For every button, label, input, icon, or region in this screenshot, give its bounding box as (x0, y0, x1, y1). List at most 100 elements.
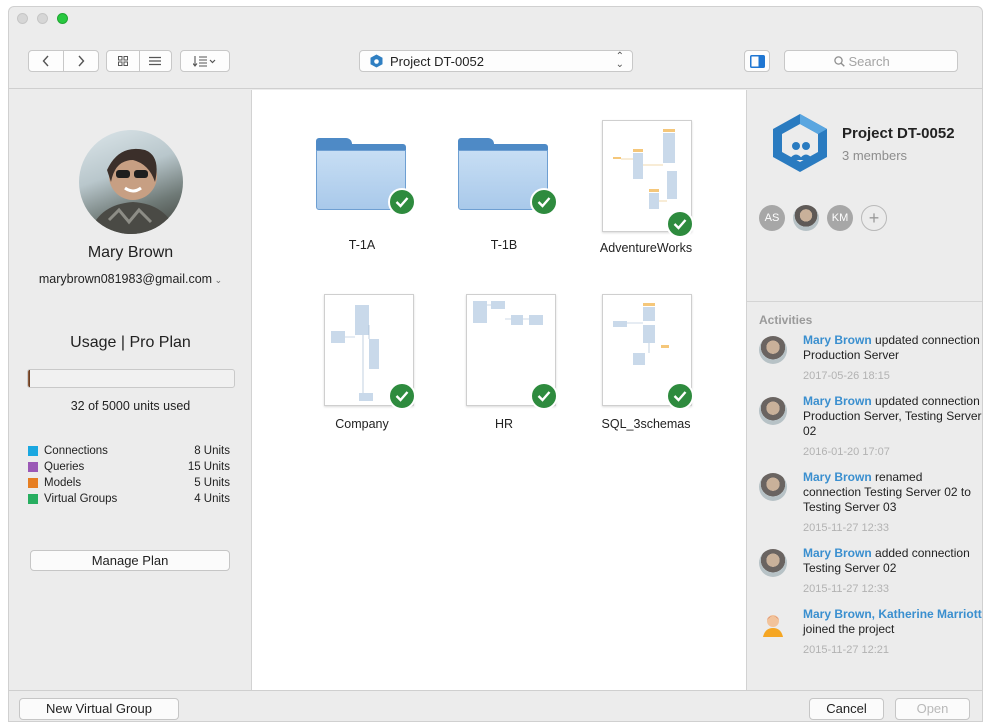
list-icon (149, 56, 162, 66)
items-grid: T-1A T-1B AdventureWorks Company HR SQL_… (252, 90, 746, 690)
synced-check-icon (530, 382, 558, 410)
activity-time: 2015-11-27 12:33 (803, 583, 890, 595)
close-window-button[interactable] (17, 13, 28, 24)
bottom-bar: New Virtual Group Cancel Open (9, 690, 982, 721)
legend-item: Connections 8 Units (28, 443, 230, 459)
legend-item: Queries 15 Units (28, 459, 230, 475)
grid-view-button[interactable] (107, 51, 139, 71)
grid-item-diagram[interactable]: AdventureWorks (576, 118, 716, 268)
project-hexagon-icon (370, 54, 383, 68)
activities-title: Activities (759, 313, 813, 327)
activity-item: Mary Brown renamed connection Testing Se… (757, 470, 982, 536)
item-label: HR (494, 417, 514, 431)
activity-time: 2015-11-27 12:33 (803, 522, 890, 534)
grid-item-diagram[interactable]: HR (434, 294, 574, 446)
item-label: AdventureWorks (599, 241, 693, 255)
new-virtual-group-button[interactable]: New Virtual Group (19, 698, 179, 720)
activity-user[interactable]: Mary Brown (803, 470, 872, 484)
grid-item-diagram[interactable]: SQL_3schemas (576, 294, 716, 446)
sidebar-icon (749, 54, 765, 68)
synced-check-icon (388, 382, 416, 410)
manage-plan-button[interactable]: Manage Plan (30, 550, 230, 571)
activity-item: Mary Brown, Katherine Marriott joined th… (757, 607, 982, 658)
project-logo-icon (769, 112, 831, 174)
sidebar-toggle-button[interactable] (744, 50, 770, 72)
usage-text: 32 of 5000 units used (70, 399, 191, 413)
user-avatar (79, 130, 183, 234)
nav-segment (28, 50, 99, 72)
divider (747, 301, 982, 302)
grid-icon (117, 56, 128, 66)
project-select-value: Project DT-0052 (390, 53, 484, 69)
search-field[interactable] (784, 50, 958, 72)
usage-progress-fill (28, 370, 31, 387)
member-avatar[interactable]: KM (827, 205, 853, 231)
item-label: Company (335, 417, 389, 431)
activity-avatar (759, 397, 787, 425)
app-window: Project DT-0052 ⌃⌄ Mary Brown marybro (8, 6, 983, 722)
usage-progress-bar (27, 369, 235, 388)
activity-user[interactable]: Mary Brown (803, 546, 872, 560)
activity-user[interactable]: Mary Brown, Katherine Marriott (803, 607, 982, 621)
activity-time: 2017-05-26 18:15 (803, 370, 890, 382)
activity-user[interactable]: Mary Brown (803, 394, 872, 408)
view-mode-segment (106, 50, 172, 72)
user-name: Mary Brown (87, 244, 174, 261)
activity-item: Mary Brown updated connection Production… (757, 333, 982, 384)
legend-swatch (28, 478, 38, 488)
project-name: Project DT-0052 (842, 125, 955, 142)
legend-units: 8 Units (194, 445, 230, 457)
sort-icon (193, 56, 216, 67)
toolbar: Project DT-0052 ⌃ ⌄ (9, 29, 982, 89)
activity-avatar (759, 336, 787, 364)
project-members-count: 3 members (842, 148, 908, 163)
user-email-menu[interactable]: marybrown081983@gmail.com ⌄ (9, 272, 252, 286)
usage-legend: Connections 8 Units Queries 15 Units Mod… (28, 443, 230, 507)
sort-button[interactable] (180, 50, 230, 72)
title-bar (9, 7, 982, 29)
user-email: marybrown081983@gmail.com (38, 272, 213, 286)
synced-check-icon (666, 382, 694, 410)
grid-item-diagram[interactable]: Company (292, 294, 432, 446)
member-avatar-photo[interactable] (793, 205, 819, 231)
synced-check-icon (388, 188, 416, 216)
cancel-button[interactable]: Cancel (809, 698, 884, 720)
search-input[interactable] (848, 53, 909, 69)
legend-swatch (28, 446, 38, 456)
legend-name: Models (44, 477, 82, 489)
activity-time: 2015-11-27 12:21 (803, 644, 890, 656)
member-avatar[interactable]: AS (759, 205, 785, 231)
activity-time: 2016-01-20 17:07 (803, 446, 890, 458)
activity-avatar (759, 549, 787, 577)
legend-item: Models 5 Units (28, 475, 230, 491)
activity-user[interactable]: Mary Brown (803, 333, 872, 347)
activity-avatar (759, 473, 787, 501)
item-label: T-1B (490, 238, 518, 252)
activity-item: Mary Brown updated connection Production… (757, 394, 982, 460)
forward-button[interactable] (64, 51, 98, 71)
project-select[interactable]: Project DT-0052 ⌃ ⌄ (359, 50, 633, 72)
item-label: SQL_3schemas (601, 417, 691, 431)
activities-list: Mary Brown updated connection Production… (757, 333, 982, 658)
account-pane: Mary Brown marybrown081983@gmail.com ⌄ U… (9, 90, 252, 690)
open-button[interactable]: Open (895, 698, 970, 720)
user-photo-icon (89, 148, 177, 234)
legend-units: 15 Units (187, 461, 230, 473)
legend-name: Connections (44, 445, 108, 457)
grid-item-folder[interactable]: T-1A (292, 118, 432, 268)
add-member-button[interactable]: + (861, 205, 887, 231)
legend-item: Virtual Groups 4 Units (28, 491, 230, 507)
back-button[interactable] (29, 51, 63, 71)
project-info-pane: Project DT-0052 3 members AS KM + Activi… (746, 90, 982, 690)
search-icon (833, 55, 845, 67)
item-label: T-1A (348, 238, 376, 252)
legend-name: Queries (44, 461, 85, 473)
legend-name: Virtual Groups (44, 493, 118, 505)
select-caret-icon: ⌃ ⌄ (615, 51, 624, 70)
grid-item-folder[interactable]: T-1B (434, 118, 574, 268)
legend-swatch (28, 462, 38, 472)
minimize-window-button[interactable] (37, 13, 48, 24)
chevron-down-icon: ⌄ (212, 275, 223, 285)
zoom-window-button[interactable] (57, 13, 68, 24)
list-view-button[interactable] (139, 51, 171, 71)
